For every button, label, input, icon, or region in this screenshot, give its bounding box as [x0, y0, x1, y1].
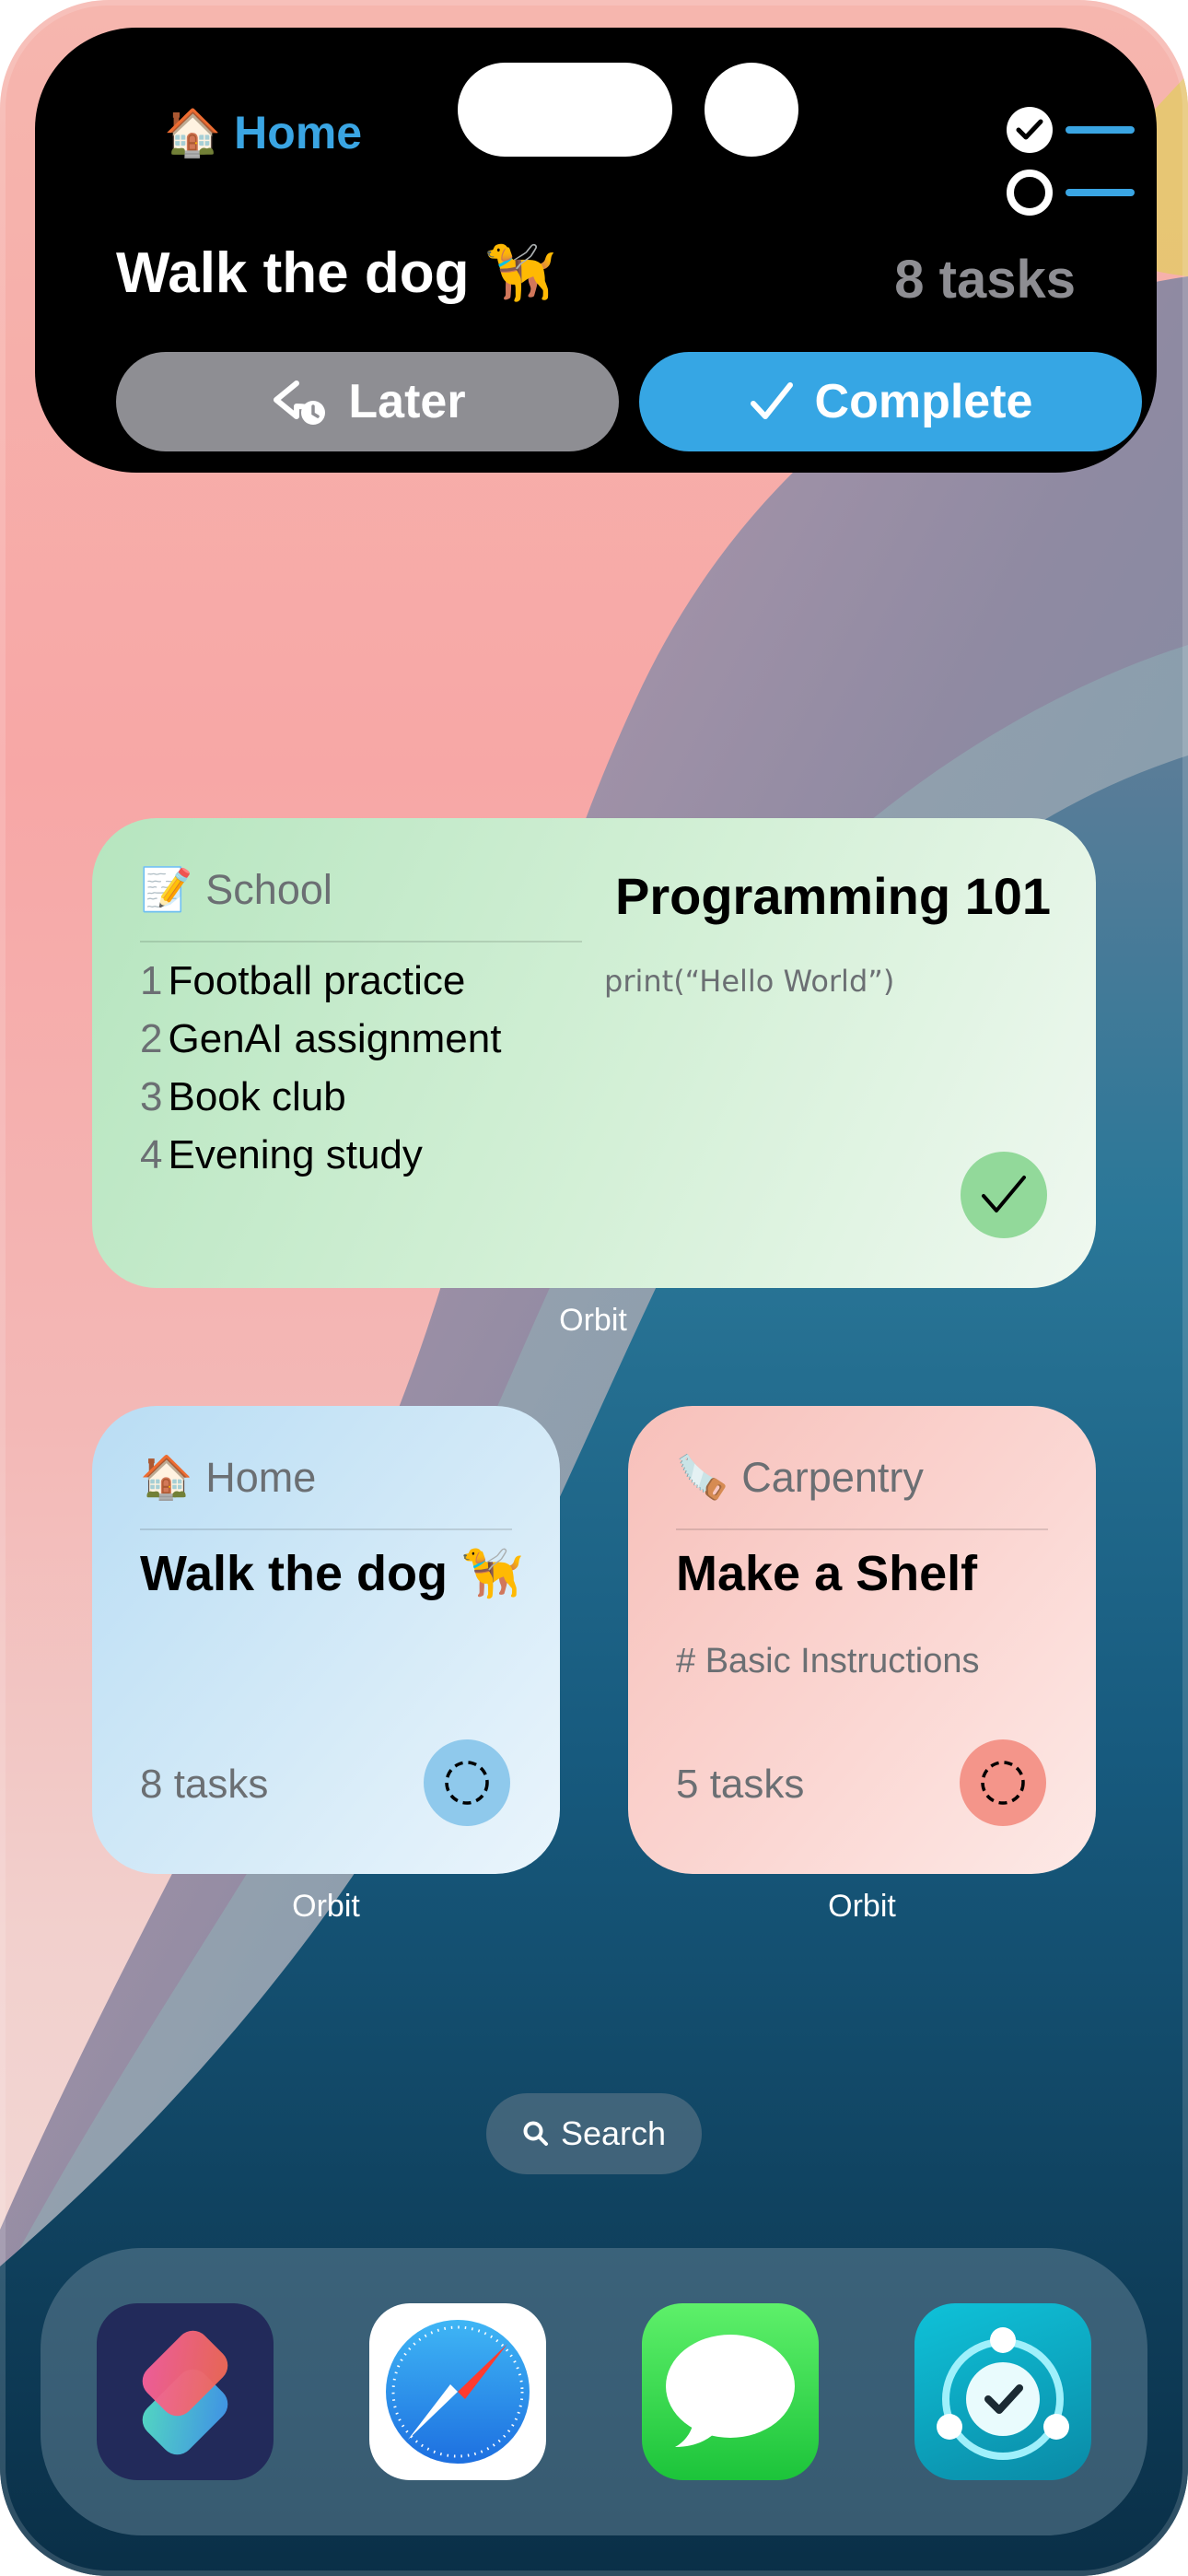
memo-icon: 📝 [140, 865, 193, 913]
list-item[interactable]: 2 GenAI assignment [140, 1010, 501, 1068]
list-item[interactable]: 3 Book club [140, 1068, 501, 1126]
task-title: Programming 101 [615, 867, 1052, 925]
task-count: 5 tasks [676, 1762, 805, 1807]
orbit-icon [937, 2327, 1069, 2460]
widget-header: 🏠 Home [140, 1452, 316, 1503]
snooze-icon [274, 381, 326, 425]
dashed-circle-icon [445, 1761, 489, 1805]
dynamic-island-camera [705, 63, 798, 157]
orbit-app-icon[interactable] [914, 2303, 1091, 2480]
house-icon: 🏠 [140, 1453, 193, 1501]
search-label: Search [560, 2114, 667, 2152]
list-name: Home [234, 107, 363, 158]
task-list: 1 Football practice 2 GenAI assignment 3 Bo… [140, 952, 501, 1184]
widget-app-label: Orbit [292, 1889, 360, 1924]
task-count: 8 tasks [894, 250, 1076, 310]
task-note: # Basic Instructions [676, 1642, 980, 1680]
checkmark-icon [750, 382, 793, 419]
widget-app-label: Orbit [559, 1303, 627, 1338]
later-button[interactable]: Later [116, 352, 619, 451]
complete-label: Complete [814, 375, 1033, 428]
complete-task-button[interactable] [424, 1739, 510, 1826]
list-name: Carpentry [741, 1453, 924, 1501]
safari-app-icon[interactable] [369, 2303, 546, 2480]
task-title: Make a Shelf [676, 1546, 978, 1601]
task-note: print(“Hello World”) [604, 964, 895, 999]
live-activity[interactable]: 🏠 Home Walk the dog 🦮 8 tasks Later Comp… [35, 28, 1157, 473]
later-label: Later [348, 375, 466, 428]
dashed-circle-icon [981, 1761, 1025, 1805]
home-screen: 🏠 Home Walk the dog 🦮 8 tasks Later Comp… [0, 0, 1188, 2576]
shortcuts-icon [142, 2330, 228, 2455]
shortcuts-app-icon[interactable] [97, 2303, 274, 2480]
school-widget[interactable]: 📝 School 1 Football practice 2 GenAI assig… [92, 818, 1096, 1288]
complete-task-button[interactable] [960, 1739, 1046, 1826]
checked-circle-icon [1007, 107, 1053, 153]
list-name: School [205, 865, 332, 913]
task-count: 8 tasks [140, 1762, 269, 1807]
list-label: 🏠 Home [164, 106, 362, 160]
divider [140, 941, 582, 943]
list-item[interactable]: 4 Evening study [140, 1126, 501, 1184]
task-title: Walk the dog 🦮 [140, 1546, 524, 1601]
widget-header: 🪚 Carpentry [676, 1452, 924, 1503]
chat-bubble-icon [666, 2335, 795, 2447]
checkmark-icon [982, 1176, 1026, 1212]
empty-circle-icon [1007, 170, 1053, 216]
widget-header: 📝 School [140, 864, 332, 915]
compass-icon [386, 2320, 530, 2464]
home-widget[interactable]: 🏠 Home Walk the dog 🦮 8 tasks [92, 1406, 560, 1874]
search-icon [523, 2121, 548, 2146]
divider [140, 1528, 512, 1530]
messages-app-icon[interactable] [642, 2303, 819, 2480]
dynamic-island-pill [458, 63, 672, 157]
complete-button[interactable]: Complete [639, 352, 1142, 451]
complete-task-button[interactable] [961, 1152, 1047, 1238]
house-icon: 🏠 [164, 107, 222, 158]
widget-app-label: Orbit [828, 1889, 896, 1924]
divider [676, 1528, 1048, 1530]
carpentry-widget[interactable]: 🪚 Carpentry Make a Shelf # Basic Instruc… [628, 1406, 1096, 1874]
search-button[interactable]: Search [486, 2093, 702, 2174]
list-item[interactable]: 1 Football practice [140, 952, 501, 1010]
list-name: Home [205, 1453, 317, 1501]
task-title: Walk the dog 🦮 [116, 241, 556, 305]
checklist-icon [1007, 107, 1135, 232]
saw-icon: 🪚 [676, 1453, 729, 1501]
